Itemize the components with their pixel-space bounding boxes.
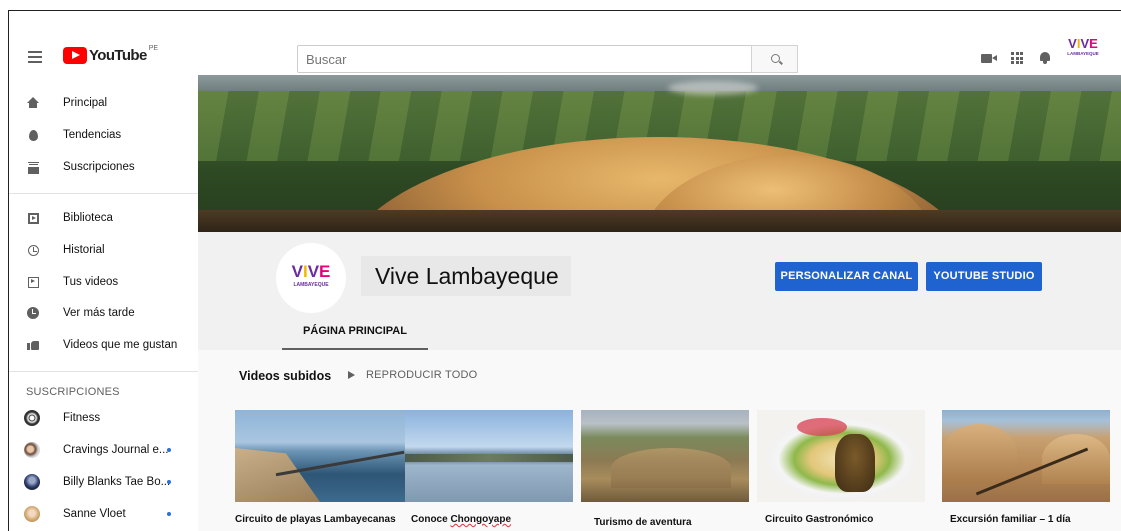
your-videos-icon [26,275,40,289]
vive-lambayeque-logo: VIVE LAMBAYEQUE [284,263,338,288]
sidebar-item-label: Suscripciones [63,161,135,173]
new-content-dot [167,512,171,516]
search-button[interactable] [751,45,798,73]
trending-icon [26,128,40,142]
spellcheck-word: Chongoyape [450,514,512,525]
subscriptions-icon [26,160,40,174]
channel-avatar [24,506,40,522]
new-content-dot [167,480,171,484]
subscription-label: Cravings Journal e... [63,444,169,456]
search-input[interactable] [297,45,752,73]
new-content-dot [167,448,171,452]
apps-icon[interactable] [1011,52,1023,64]
customize-channel-button[interactable]: PERSONALIZAR CANAL [775,262,918,291]
sidebar-divider [9,371,198,372]
subscription-item-fitness[interactable]: Fitness [9,402,198,434]
sidebar-item-label: Videos que me gustan [63,339,178,351]
youtube-logo[interactable]: YouTube PE [63,45,159,64]
play-icon [348,371,355,379]
video-thumbnail[interactable] [942,410,1110,502]
sidebar-item-label: Principal [63,97,108,109]
subscription-item-cravings-journal[interactable]: Cravings Journal e... [9,434,198,466]
video-thumbnail[interactable] [405,410,573,502]
search-icon [771,54,780,63]
sidebar-item-suscripciones[interactable]: Suscripciones [9,151,198,183]
create-video-icon[interactable] [981,54,997,63]
channel-avatar [24,410,40,426]
sidebar-item-ver-mas-tarde[interactable]: Ver más tarde [9,297,198,329]
sidebar-item-label: Biblioteca [63,212,113,224]
play-all-label: REPRODUCIR TODO [366,369,478,381]
country-code: PE [148,45,159,52]
uploads-section: Videos subidos REPRODUCIR TODO Circuito … [198,350,1121,531]
sidebar-item-videos-que-me-gustan[interactable]: Videos que me gustan [9,329,198,361]
sidebar-item-tendencias[interactable]: Tendencias [9,119,198,151]
liked-videos-icon [26,338,40,352]
video-title[interactable]: Turismo de aventura [594,517,692,528]
tab-home[interactable]: PÁGINA PRINCIPAL [282,319,428,350]
notifications-icon[interactable] [1040,52,1050,64]
channel-header: VIVE LAMBAYEQUE Vive Lambayeque PERSONAL… [198,232,1121,350]
sidebar-item-label: Historial [63,244,105,256]
channel-banner [198,75,1121,232]
play-all-button[interactable]: REPRODUCIR TODO [348,369,477,381]
account-logo-sub: LAMBAYEQUE [1067,51,1099,56]
channel-name: Vive Lambayeque [361,256,571,296]
channel-avatar [24,442,40,458]
video-thumbnail[interactable] [581,410,749,502]
subscription-label: Sanne Vloet [63,508,126,520]
subscriptions-heading: SUSCRIPCIONES [26,386,120,398]
home-icon [26,96,40,110]
youtube-studio-button[interactable]: YOUTUBE STUDIO [926,262,1042,291]
sidebar-item-label: Tus videos [63,276,119,288]
watch-later-icon [26,306,40,320]
video-title[interactable]: Conoce Chongoyape [411,514,511,525]
video-title-prefix: Conoce [411,514,451,525]
subscription-item-sanne-vloet[interactable]: Sanne Vloet [9,498,198,530]
history-icon [26,243,40,257]
subscription-label: Fitness [63,412,101,424]
account-avatar[interactable]: VIVE LAMBAYEQUE [1061,37,1105,57]
youtube-wordmark: YouTube [89,47,147,64]
youtube-window: YouTube PE VIVE LAMBAYEQUE Principal Ten… [8,10,1121,531]
sidebar-item-label: Ver más tarde [63,307,135,319]
sidebar-item-principal[interactable]: Principal [9,87,198,119]
channel-avatar[interactable]: VIVE LAMBAYEQUE [276,243,346,313]
sidebar-item-historial[interactable]: Historial [9,234,198,266]
video-title[interactable]: Excursión familiar – 1 día [950,514,1071,525]
sidebar-divider [9,193,198,194]
video-thumbnail[interactable] [757,410,925,502]
menu-icon[interactable] [28,51,42,63]
sidebar: Principal Tendencias Suscripciones Bibli… [9,75,198,531]
video-title[interactable]: Circuito de playas Lambayecanas [235,514,396,525]
channel-logo-sub: LAMBAYEQUE [293,282,329,288]
sidebar-item-tus-videos[interactable]: Tus videos [9,266,198,298]
youtube-play-icon [63,47,87,64]
subscription-label: Billy Blanks Tae Bo... [63,476,171,488]
library-icon [26,211,40,225]
sidebar-item-biblioteca[interactable]: Biblioteca [9,202,198,234]
video-thumbnail[interactable] [235,410,405,502]
sidebar-item-label: Tendencias [63,129,122,141]
channel-avatar [24,474,40,490]
section-title[interactable]: Videos subidos [239,369,331,383]
video-title[interactable]: Circuito Gastronómico [765,514,873,525]
top-bar: YouTube PE VIVE LAMBAYEQUE [9,11,1121,75]
subscription-item-billy-blanks[interactable]: Billy Blanks Tae Bo... [9,466,198,498]
